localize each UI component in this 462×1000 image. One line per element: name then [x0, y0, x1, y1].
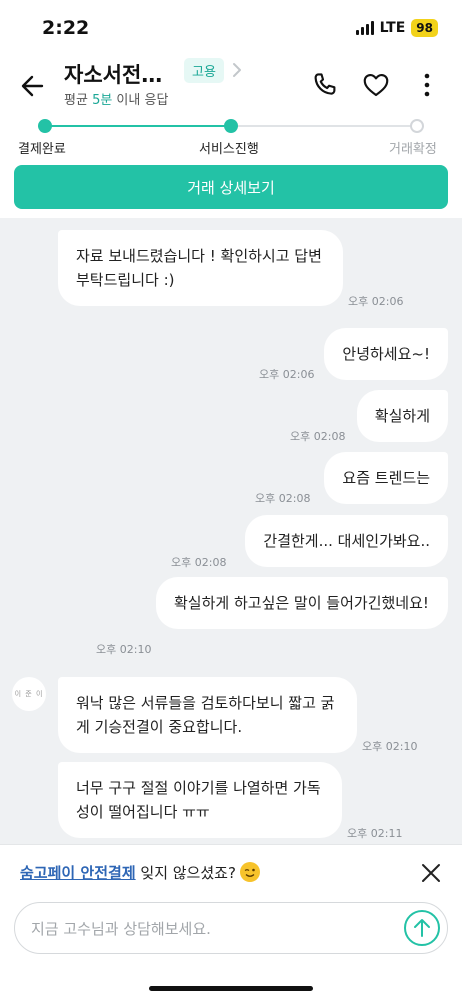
message-bubble: 워낙 많은 서류들을 검토하다보니 짧고 굵게 기승전결이 중요합니다.	[58, 677, 357, 753]
chat-area[interactable]: 자료 보내드렸습니다 ! 확인하시고 답변 부탁드립니다 :) 오후 02:06…	[0, 218, 462, 844]
message-input[interactable]	[31, 915, 391, 943]
message-bubble: 요즘 트렌드는	[324, 452, 448, 504]
message-bubble: 안녕하세요~!	[324, 328, 448, 380]
avatar[interactable]: 이 준 이	[12, 677, 46, 711]
message-bubble: 확실하게	[356, 390, 448, 442]
message-time: 오후 02:11	[347, 827, 403, 840]
message-bubble: 간결한게... 대세인가봐요..	[245, 515, 448, 567]
back-arrow-icon	[21, 75, 44, 97]
message-bubble: 너무 구구 절절 이야기를 나열하면 가독성이 떨어집니다 ㅠㅠ	[58, 762, 342, 838]
send-button[interactable]	[403, 909, 441, 947]
step-label-paid: 결제완료	[18, 142, 66, 157]
notice-text: 숨고페이 안전결제 잊지 않으셨죠?	[20, 862, 260, 883]
expert-name[interactable]: 자소서전…	[64, 59, 162, 89]
home-indicator	[149, 986, 313, 991]
message-time: 오후 02:06	[348, 295, 404, 308]
wink-emoji-icon	[239, 862, 260, 882]
call-button[interactable]	[310, 70, 340, 100]
message-time: 오후 02:10	[362, 740, 418, 753]
message-time: 오후 02:08	[171, 556, 227, 569]
message-time: 오후 02:06	[259, 368, 315, 381]
response-time-info: 평균 5분 이내 응답	[64, 93, 169, 108]
step-label-in-progress: 서비스진행	[199, 142, 259, 157]
signal-icon	[355, 21, 374, 35]
deal-progress: 결제완료 서비스진행 거래확정	[0, 118, 462, 158]
progress-dot-done	[38, 119, 52, 133]
progress-dot-pending	[410, 119, 424, 133]
network-label: LTE	[379, 20, 406, 36]
status-bar: 2:22 LTE 98	[0, 0, 462, 56]
battery-indicator: 98	[411, 19, 438, 37]
message-time: 오후 02:08	[255, 492, 311, 505]
phone-icon	[314, 73, 336, 95]
status-indicators: LTE 98	[355, 19, 438, 37]
back-button[interactable]	[16, 68, 52, 104]
more-button[interactable]	[412, 70, 442, 100]
hire-badge: 고용	[184, 58, 224, 83]
heart-icon	[363, 73, 389, 97]
more-vertical-icon	[424, 73, 430, 97]
safe-payment-notice: 숨고페이 안전결제 잊지 않으셨죠?	[0, 844, 462, 900]
safe-payment-link[interactable]: 숨고페이 안전결제	[20, 864, 136, 882]
progress-line-pending	[231, 125, 417, 127]
message-time: 오후 02:10	[96, 643, 152, 656]
favorite-button[interactable]	[361, 70, 391, 100]
progress-line-done	[45, 125, 231, 127]
send-arrow-up-icon	[404, 910, 440, 946]
status-time: 2:22	[42, 17, 90, 39]
deal-detail-button[interactable]: 거래 상세보기	[14, 165, 448, 209]
message-bubble: 자료 보내드렸습니다 ! 확인하시고 답변 부탁드립니다 :)	[58, 230, 343, 306]
message-bubble: 확실하게 하고싶은 말이 들어가긴했네요!	[156, 577, 448, 629]
close-notice-button[interactable]	[418, 860, 444, 886]
message-input-container	[14, 902, 448, 954]
chat-header: 자소서전… 고용 평균 5분 이내 응답	[0, 56, 462, 118]
close-icon	[422, 864, 440, 882]
message-time: 오후 02:08	[290, 430, 346, 443]
chevron-right-icon[interactable]	[230, 59, 244, 81]
step-label-confirmed: 거래확정	[389, 142, 437, 157]
progress-dot-current	[224, 119, 238, 133]
